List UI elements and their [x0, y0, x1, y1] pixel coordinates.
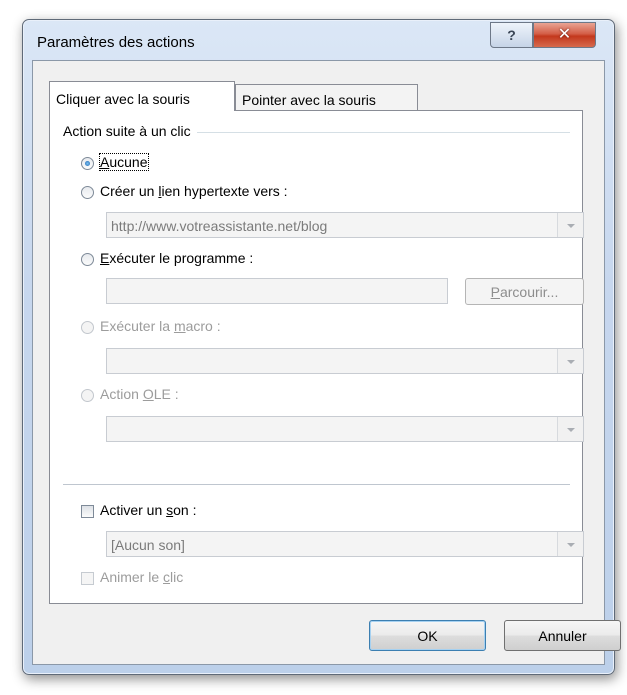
cancel-button[interactable]: Annuler: [504, 620, 621, 651]
sound-dropdown[interactable]: [Aucun son]: [106, 531, 584, 557]
radio-run-macro-label: Exécuter la macro :: [100, 318, 221, 334]
ole-dropdown[interactable]: [106, 416, 584, 442]
chevron-down-icon[interactable]: [557, 417, 583, 441]
radio-ole-action-label: Action OLE :: [100, 386, 179, 402]
browse-button[interactable]: Parcourir...: [465, 278, 584, 305]
checkbox-animate-click-label: Animer le clic: [100, 569, 184, 585]
radio-run-program-label[interactable]: Exécuter le programme :: [100, 250, 253, 266]
tab-hover-mouse-label: Pointer avec la souris: [242, 92, 376, 108]
dialog-client-area: Cliquer avec la souris Pointer avec la s…: [32, 60, 621, 665]
close-button[interactable]: ✕: [533, 22, 596, 48]
ok-button[interactable]: OK: [369, 620, 486, 651]
close-icon: ✕: [557, 26, 572, 43]
title-bar[interactable]: Paramètres des actions ? ✕: [23, 20, 614, 64]
tab-click-mouse-label: Cliquer avec la souris: [56, 91, 190, 107]
macro-dropdown[interactable]: [106, 348, 584, 374]
hyperlink-value: http://www.votreassistante.net/blog: [111, 218, 328, 234]
tab-hover-mouse[interactable]: Pointer avec la souris: [235, 84, 418, 111]
hyperlink-dropdown[interactable]: http://www.votreassistante.net/blog: [106, 212, 584, 238]
group-label-click-action: Action suite à un clic: [63, 123, 197, 139]
tab-panel-click: Action suite à un clic Aucune Créer un l…: [49, 110, 584, 604]
checkbox-animate-click[interactable]: [81, 572, 94, 585]
radio-run-program[interactable]: [81, 253, 94, 266]
sound-value: [Aucun son]: [111, 537, 185, 553]
radio-run-macro[interactable]: [81, 321, 94, 334]
checkbox-play-sound-label[interactable]: Activer un son :: [100, 502, 197, 518]
dialog-window: Paramètres des actions ? ✕ Cliquer avec …: [22, 19, 621, 675]
dialog-title: Paramètres des actions: [37, 34, 195, 51]
radio-hyperlink-label[interactable]: Créer un lien hypertexte vers :: [100, 183, 288, 199]
chevron-down-icon[interactable]: [557, 532, 583, 556]
radio-none[interactable]: [81, 157, 94, 170]
chevron-down-icon[interactable]: [557, 349, 583, 373]
program-path-input[interactable]: [106, 278, 448, 304]
section-divider: [63, 484, 570, 485]
help-button[interactable]: ?: [490, 22, 533, 48]
tab-click-mouse[interactable]: Cliquer avec la souris: [49, 81, 235, 111]
help-icon: ?: [507, 27, 516, 43]
radio-none-label[interactable]: Aucune: [99, 153, 149, 171]
chevron-down-icon[interactable]: [557, 213, 583, 237]
radio-hyperlink[interactable]: [81, 186, 94, 199]
radio-ole-action[interactable]: [81, 389, 94, 402]
checkbox-play-sound[interactable]: [81, 505, 94, 518]
